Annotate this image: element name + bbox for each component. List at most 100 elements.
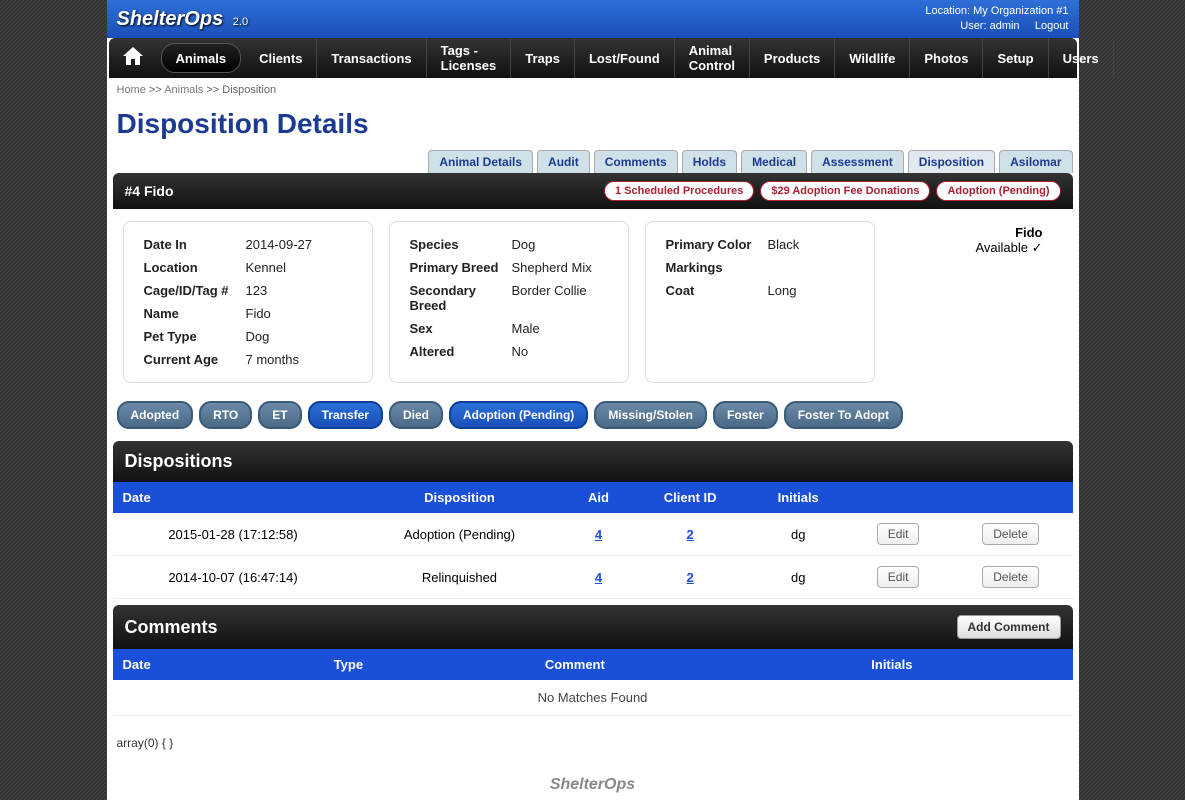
td-aid-link[interactable]: 4: [595, 570, 602, 585]
val-altered: No: [508, 341, 596, 362]
info-card-2: SpeciesDog Primary BreedShepherd Mix Sec…: [389, 221, 629, 383]
nav-tags[interactable]: Tags - Licenses: [427, 38, 512, 78]
tab-assessment[interactable]: Assessment: [811, 150, 904, 173]
dispositions-title: Dispositions: [125, 451, 233, 472]
breadcrumb-current: Disposition: [222, 84, 276, 96]
td-aid-link[interactable]: 4: [595, 527, 602, 542]
lbl-date-in: Date In: [140, 234, 240, 255]
td-initials: dg: [749, 513, 848, 556]
lbl-location: Location: [140, 257, 240, 278]
btn-foster-adopt[interactable]: Foster To Adopt: [784, 401, 903, 429]
btn-adoption-pending[interactable]: Adoption (Pending): [449, 401, 588, 429]
edit-button[interactable]: Edit: [877, 523, 920, 545]
nav-users[interactable]: Users: [1049, 38, 1114, 78]
nav-clients[interactable]: Clients: [245, 38, 317, 78]
nav-photos[interactable]: Photos: [910, 38, 983, 78]
btn-adopted[interactable]: Adopted: [117, 401, 194, 429]
version: 2.0: [233, 16, 248, 28]
btn-died[interactable]: Died: [389, 401, 443, 429]
dispositions-header: Dispositions: [113, 441, 1073, 482]
delete-button[interactable]: Delete: [982, 566, 1039, 588]
val-sbreed: Border Collie: [508, 280, 596, 316]
lbl-pettype: Pet Type: [140, 326, 240, 347]
side-status: Available ✓: [911, 240, 1043, 256]
th-initials: Initials: [749, 482, 848, 513]
tab-asilomar[interactable]: Asilomar: [999, 150, 1072, 173]
btn-rto[interactable]: RTO: [199, 401, 252, 429]
lbl-altered: Altered: [406, 341, 506, 362]
side-name: Fido: [911, 225, 1043, 240]
nav-animalcontrol[interactable]: Animal Control: [675, 38, 750, 78]
th-disp: Disposition: [354, 482, 566, 513]
lbl-pbreed: Primary Breed: [406, 257, 506, 278]
nav-wildlife[interactable]: Wildlife: [835, 38, 910, 78]
breadcrumb-home[interactable]: Home: [117, 84, 146, 96]
user-link[interactable]: admin: [990, 20, 1020, 32]
location-link[interactable]: My Organization #1: [973, 5, 1068, 17]
td-client-link[interactable]: 2: [687, 527, 694, 542]
animal-id-name: #4 Fido: [125, 183, 174, 199]
nav-transactions[interactable]: Transactions: [317, 38, 426, 78]
side-col: Fido Available ✓: [891, 221, 1063, 383]
val-date-in: 2014-09-27: [242, 234, 317, 255]
th-aid: Aid: [565, 482, 631, 513]
pill-donations[interactable]: $29 Adoption Fee Donations: [760, 181, 930, 201]
lbl-coat: Coat: [662, 280, 762, 301]
home-icon[interactable]: [109, 47, 157, 70]
tab-disposition[interactable]: Disposition: [908, 150, 995, 173]
th-c-type: Type: [324, 649, 535, 680]
val-pbreed: Shepherd Mix: [508, 257, 596, 278]
logo: ShelterOps 2.0: [117, 8, 249, 31]
comments-table: Date Type Comment Initials No Matches Fo…: [113, 649, 1073, 716]
nav-setup[interactable]: Setup: [983, 38, 1048, 78]
tab-comments[interactable]: Comments: [594, 150, 678, 173]
header: ShelterOps 2.0 Location: My Organization…: [107, 0, 1079, 38]
btn-missing[interactable]: Missing/Stolen: [594, 401, 707, 429]
btn-transfer[interactable]: Transfer: [308, 401, 383, 429]
info-card-1: Date In2014-09-27 LocationKennel Cage/ID…: [123, 221, 373, 383]
btn-et[interactable]: ET: [258, 401, 301, 429]
logout-link[interactable]: Logout: [1035, 20, 1069, 32]
th-c-date: Date: [113, 649, 324, 680]
animal-bar: #4 Fido 1 Scheduled Procedures $29 Adopt…: [113, 173, 1073, 209]
nav-animals[interactable]: Animals: [161, 43, 242, 73]
lbl-name: Name: [140, 303, 240, 324]
edit-button[interactable]: Edit: [877, 566, 920, 588]
th-c-comment: Comment: [535, 649, 861, 680]
tab-animal-details[interactable]: Animal Details: [428, 150, 533, 173]
dispositions-table: Date Disposition Aid Client ID Initials …: [113, 482, 1073, 599]
td-client-link[interactable]: 2: [687, 570, 694, 585]
pill-adoption-pending[interactable]: Adoption (Pending): [936, 181, 1060, 201]
add-comment-button[interactable]: Add Comment: [957, 615, 1061, 639]
main-nav: Animals Clients Transactions Tags - Lice…: [109, 38, 1077, 78]
nav-lostfound[interactable]: Lost/Found: [575, 38, 675, 78]
td-disp: Relinquished: [354, 556, 566, 599]
val-location: Kennel: [242, 257, 317, 278]
tab-medical[interactable]: Medical: [741, 150, 807, 173]
info-card-3: Primary ColorBlack Markings CoatLong: [645, 221, 875, 383]
delete-button[interactable]: Delete: [982, 523, 1039, 545]
lbl-sex: Sex: [406, 318, 506, 339]
lbl-pcolor: Primary Color: [662, 234, 762, 255]
td-disp: Adoption (Pending): [354, 513, 566, 556]
nav-traps[interactable]: Traps: [511, 38, 575, 78]
th-date: Date: [113, 482, 354, 513]
lbl-sbreed: Secondary Breed: [406, 280, 506, 316]
nav-products[interactable]: Products: [750, 38, 835, 78]
val-pettype: Dog: [242, 326, 317, 347]
td-initials: dg: [749, 556, 848, 599]
btn-foster[interactable]: Foster: [713, 401, 778, 429]
td-date: 2014-10-07 (16:47:14): [113, 556, 354, 599]
val-markings: [764, 257, 804, 278]
comments-title: Comments: [125, 617, 218, 638]
breadcrumb-animals[interactable]: Animals: [164, 84, 203, 96]
th-client: Client ID: [631, 482, 748, 513]
comments-header: Comments Add Comment: [113, 605, 1073, 649]
tab-audit[interactable]: Audit: [537, 150, 590, 173]
val-species: Dog: [508, 234, 596, 255]
val-cage: 123: [242, 280, 317, 301]
val-age: 7 months: [242, 349, 317, 370]
tab-holds[interactable]: Holds: [682, 150, 737, 173]
footer-logo: ShelterOps: [107, 770, 1079, 800]
pill-procedures[interactable]: 1 Scheduled Procedures: [604, 181, 754, 201]
